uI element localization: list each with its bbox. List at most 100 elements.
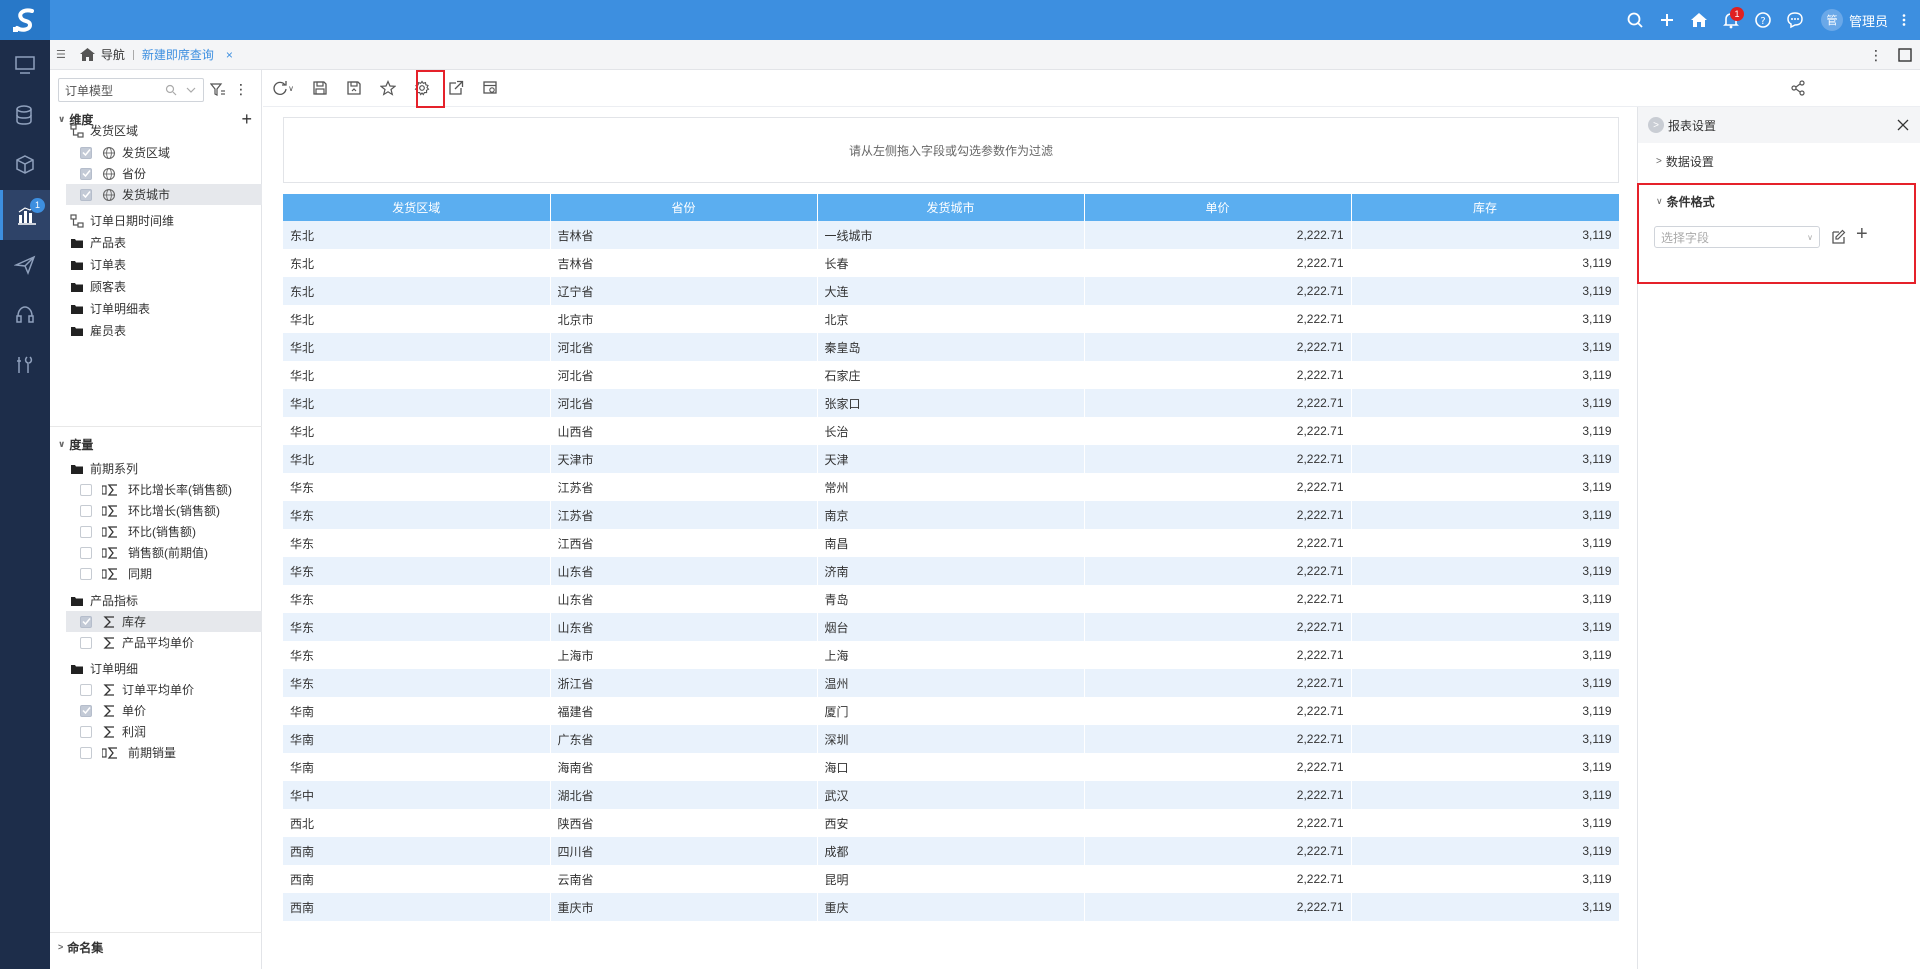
table-cell[interactable]: 3,119 [1351, 361, 1620, 389]
table-cell[interactable]: 华北 [283, 361, 551, 389]
table-cell[interactable]: 3,119 [1351, 445, 1620, 473]
table-cell[interactable]: 2,222.71 [1084, 249, 1352, 277]
table-cell[interactable]: 3,119 [1351, 865, 1620, 893]
table-cell[interactable]: 浙江省 [550, 669, 818, 697]
tab-menu-icon[interactable]: ☰ [56, 48, 66, 61]
table-cell[interactable]: 海口 [817, 753, 1085, 781]
table-cell[interactable]: 陕西省 [550, 809, 818, 837]
table-cell[interactable]: 华东 [283, 473, 551, 501]
filter-icon[interactable] [210, 82, 226, 98]
nav-chart-icon[interactable]: 1 [0, 190, 50, 240]
export-button[interactable] [439, 70, 473, 107]
edit-icon[interactable] [1830, 229, 1846, 245]
table-cell[interactable]: 烟台 [817, 613, 1085, 641]
table-cell[interactable]: 张家口 [817, 389, 1085, 417]
table-cell[interactable]: 2,222.71 [1084, 893, 1352, 921]
table-cell[interactable]: 2,222.71 [1084, 473, 1352, 501]
table-cell[interactable]: 3,119 [1351, 249, 1620, 277]
table-cell[interactable]: 华北 [283, 417, 551, 445]
table-cell[interactable]: 2,222.71 [1084, 753, 1352, 781]
measures-section-header[interactable]: ∨ 度量 [50, 433, 262, 455]
table-cell[interactable]: 3,119 [1351, 389, 1620, 417]
table-cell[interactable]: 常州 [817, 473, 1085, 501]
table-cell[interactable]: 云南省 [550, 865, 818, 893]
table-cell[interactable]: 成都 [817, 837, 1085, 865]
table-cell[interactable]: 广东省 [550, 725, 818, 753]
table-cell[interactable]: 2,222.71 [1084, 865, 1352, 893]
conditional-format-section[interactable]: ∨ 条件格式 [1656, 193, 1715, 210]
refresh-button[interactable]: ∨ [263, 70, 303, 107]
table-cell[interactable]: 华东 [283, 501, 551, 529]
checkbox[interactable] [80, 704, 92, 717]
table-cell[interactable]: 2,222.71 [1084, 333, 1352, 361]
table-cell[interactable]: 华南 [283, 753, 551, 781]
table-cell[interactable]: 华北 [283, 389, 551, 417]
nav-cube-icon[interactable] [0, 140, 50, 190]
table-cell[interactable]: 长春 [817, 249, 1085, 277]
checkbox[interactable] [80, 146, 92, 159]
save-button[interactable] [303, 70, 337, 107]
table-cell[interactable]: 3,119 [1351, 753, 1620, 781]
app-logo[interactable] [0, 0, 50, 40]
checkbox[interactable] [80, 725, 92, 738]
help-icon[interactable]: ? [1747, 0, 1779, 40]
table-cell[interactable]: 3,119 [1351, 333, 1620, 361]
table-cell[interactable]: 2,222.71 [1084, 389, 1352, 417]
table-cell[interactable]: 长治 [817, 417, 1085, 445]
chevron-right-icon[interactable]: > [1648, 117, 1664, 133]
table-cell[interactable]: 3,119 [1351, 809, 1620, 837]
settings-button[interactable] [405, 70, 439, 107]
column-header[interactable]: 发货城市 [817, 194, 1085, 221]
table-cell[interactable]: 3,119 [1351, 277, 1620, 305]
table-cell[interactable]: 华北 [283, 333, 551, 361]
close-icon[interactable]: × [226, 48, 233, 62]
checkbox[interactable] [80, 546, 92, 559]
tree-item[interactable]: 前期系列 [50, 458, 262, 479]
table-cell[interactable]: 西北 [283, 809, 551, 837]
table-cell[interactable]: 华东 [283, 585, 551, 613]
table-cell[interactable]: 华东 [283, 557, 551, 585]
table-cell[interactable]: 山西省 [550, 417, 818, 445]
table-cell[interactable]: 2,222.71 [1084, 501, 1352, 529]
table-cell[interactable]: 河北省 [550, 389, 818, 417]
named-sets-section-header[interactable]: > 命名集 [50, 936, 262, 958]
table-cell[interactable]: 2,222.71 [1084, 277, 1352, 305]
table-cell[interactable]: 3,119 [1351, 669, 1620, 697]
table-cell[interactable]: 3,119 [1351, 641, 1620, 669]
more-vertical-icon[interactable]: ⋮ [234, 81, 248, 98]
more-vertical-icon[interactable] [1896, 0, 1912, 40]
favorite-button[interactable] [371, 70, 405, 107]
table-cell[interactable]: 上海市 [550, 641, 818, 669]
search-icon[interactable] [1619, 0, 1651, 40]
add-condition-icon[interactable]: + [1856, 223, 1868, 246]
checkbox[interactable] [80, 567, 92, 580]
tree-item[interactable]: 环比增长率(销售额) [66, 479, 262, 500]
tree-item[interactable]: 单价 [66, 700, 262, 721]
table-cell[interactable]: 3,119 [1351, 529, 1620, 557]
table-cell[interactable]: 华南 [283, 725, 551, 753]
table-cell[interactable]: 华东 [283, 613, 551, 641]
tree-item[interactable]: 省份 [66, 163, 262, 184]
table-cell[interactable]: 3,119 [1351, 613, 1620, 641]
tree-item[interactable]: 利润 [66, 721, 262, 742]
table-cell[interactable]: 2,222.71 [1084, 305, 1352, 333]
column-header[interactable]: 发货区域 [283, 194, 551, 221]
table-cell[interactable]: 西南 [283, 865, 551, 893]
table-cell[interactable]: 华北 [283, 305, 551, 333]
table-cell[interactable]: 3,119 [1351, 781, 1620, 809]
close-icon[interactable] [1897, 119, 1909, 131]
nav-monitor-icon[interactable] [0, 40, 50, 90]
tree-item[interactable]: 同期 [66, 563, 262, 584]
table-cell[interactable]: 2,222.71 [1084, 697, 1352, 725]
model-select[interactable]: 订单模型 [58, 78, 204, 102]
table-cell[interactable]: 温州 [817, 669, 1085, 697]
data-settings-section[interactable]: > 数据设置 [1656, 153, 1714, 170]
table-cell[interactable]: 昆明 [817, 865, 1085, 893]
nav-tools-icon[interactable] [0, 340, 50, 390]
table-cell[interactable]: 海南省 [550, 753, 818, 781]
table-cell[interactable]: 江西省 [550, 529, 818, 557]
user-name[interactable]: 管理员 [1849, 11, 1888, 30]
table-cell[interactable]: 2,222.71 [1084, 641, 1352, 669]
table-cell[interactable]: 3,119 [1351, 305, 1620, 333]
tree-item[interactable]: 产品指标 [50, 590, 262, 611]
